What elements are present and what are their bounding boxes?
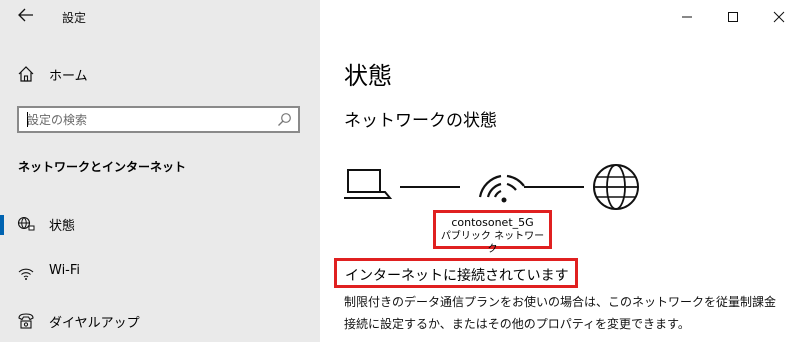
sidebar: 設定 ホーム ネットワークとインターネット: [0, 0, 320, 342]
network-info-highlight: contosonet_5G パブリック ネットワーク: [433, 210, 552, 255]
sidebar-item-wifi[interactable]: Wi-Fi: [0, 257, 320, 287]
connection-status: インターネットに接続されています: [345, 268, 569, 284]
home-nav-item[interactable]: ホーム: [0, 62, 320, 88]
search-icon[interactable]: [277, 112, 292, 127]
home-icon: [17, 65, 35, 83]
page-title: 状態: [344, 62, 392, 90]
network-type: パブリック ネットワーク: [440, 231, 545, 255]
selection-indicator: [0, 215, 4, 235]
sidebar-topbar: 設定: [0, 0, 320, 34]
wifi-signal-icon: [478, 174, 525, 203]
dialup-icon: [17, 312, 35, 330]
description-text: 制限付きのデータ通信プランをお使いの場合は、このネットワークを従量制課金接続に設…: [344, 295, 777, 331]
laptop-icon: [344, 169, 393, 199]
network-name: contosonet_5G: [451, 216, 534, 229]
main-content: 状態 ネットワークの状態 contosonet_5G パブリック ネットワーク …: [320, 0, 802, 342]
sidebar-item-label: 状態: [49, 219, 76, 234]
back-arrow-icon: [18, 8, 33, 22]
wifi-icon: [17, 263, 35, 281]
sidebar-item-status[interactable]: 状態: [0, 209, 320, 239]
globe-icon: [593, 164, 639, 210]
home-label: ホーム: [49, 69, 88, 84]
app-title: 設定: [62, 11, 87, 25]
search-input[interactable]: [27, 108, 267, 131]
status-icon: [17, 215, 35, 233]
section-title: ネットワークの状態: [344, 111, 497, 131]
section-heading: ネットワークとインターネット: [18, 160, 187, 174]
connection-status-highlight: インターネットに接続されています: [334, 258, 578, 288]
sidebar-item-label: ダイヤルアップ: [49, 316, 140, 331]
back-button[interactable]: [17, 6, 35, 26]
sidebar-item-label: Wi-Fi: [49, 263, 81, 278]
search-box[interactable]: [17, 106, 300, 133]
sidebar-item-dialup[interactable]: ダイヤルアップ: [0, 306, 320, 336]
